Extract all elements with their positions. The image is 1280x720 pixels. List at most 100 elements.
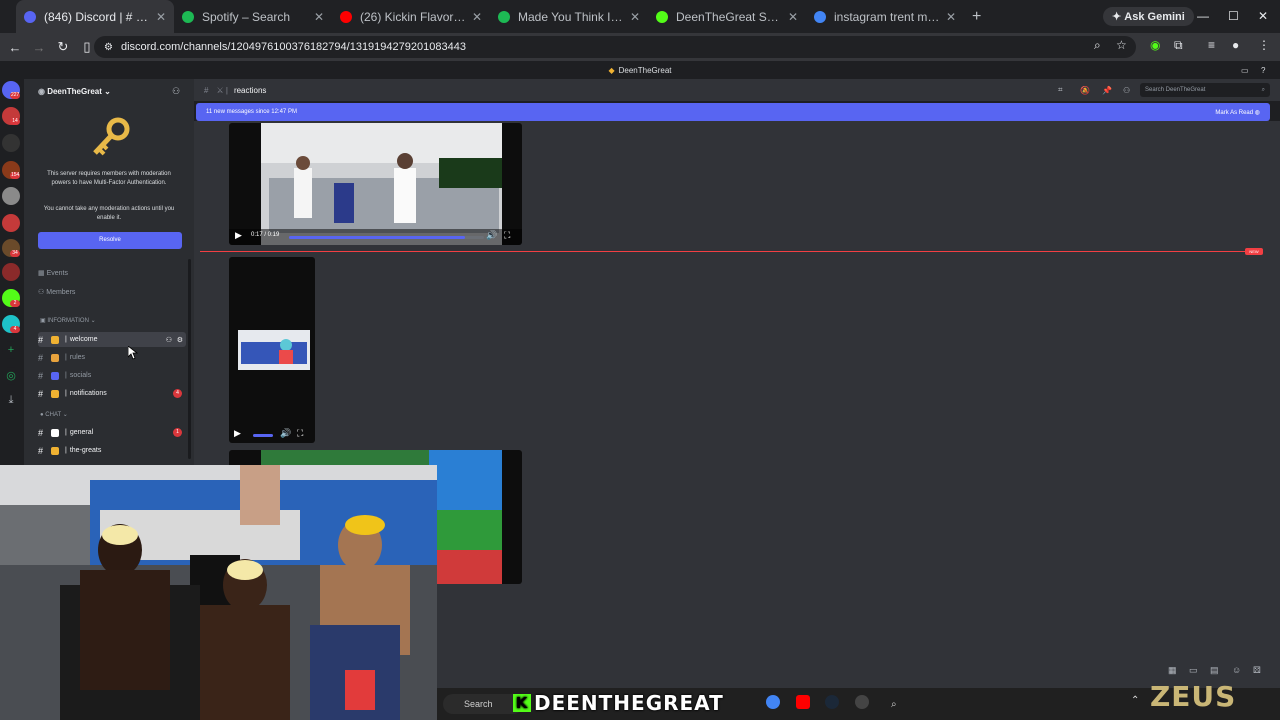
tab-close-icon[interactable]: ✕ — [472, 10, 482, 24]
category-chat[interactable]: ● CHAT ⌄ — [40, 411, 68, 418]
fullscreen-icon[interactable]: ⛶ — [504, 230, 510, 241]
discord-home-icon[interactable]: 227 — [2, 81, 21, 99]
maximize-icon[interactable]: ☐ — [1228, 9, 1239, 23]
webcam-scene — [0, 465, 437, 720]
profile-icon[interactable]: ● — [1232, 38, 1239, 52]
volume-icon[interactable]: 🔊 — [280, 428, 291, 439]
pin-icon[interactable]: 📌 — [1102, 86, 1112, 95]
new-tab-button[interactable]: + — [972, 8, 981, 26]
sidebar-item-events[interactable]: ▦ Events — [38, 269, 68, 277]
tab-close-icon[interactable]: ✕ — [946, 10, 956, 24]
channel-settings-icon[interactable]: ⚙ — [177, 336, 183, 344]
tab-close-icon[interactable]: ✕ — [314, 10, 324, 24]
browser-tab[interactable]: Made You Think I Was Gone ... ✕ — [490, 0, 648, 33]
close-window-icon[interactable]: ✕ — [1258, 9, 1268, 23]
app-icon-5[interactable]: ⚄ — [1253, 665, 1261, 676]
channel-the-greats[interactable]: # | the-greats — [38, 443, 186, 458]
mark-as-read-button[interactable]: Mark As Read ◍ — [1215, 109, 1260, 116]
site-info-icon[interactable]: ⚙ — [104, 42, 113, 53]
channel-rules[interactable]: # | rules — [38, 350, 186, 365]
server-name-header[interactable]: ◉ DeenTheGreat ⌄ — [38, 87, 111, 96]
tray-chevron-icon[interactable]: ⌃ — [1131, 695, 1145, 709]
invite-icon[interactable]: ⚇ — [172, 86, 180, 97]
server-icon[interactable]: 14 — [2, 107, 20, 125]
server-icon[interactable] — [2, 187, 20, 205]
emoji-icon[interactable]: ☺ — [1232, 665, 1241, 675]
browser-tab[interactable]: DeenTheGreat Stream - Watch ✕ — [648, 0, 806, 33]
threads-icon[interactable]: ⌗ — [1058, 85, 1063, 95]
server-icon[interactable]: 4 — [2, 315, 20, 333]
scrollbar[interactable] — [188, 259, 191, 459]
youtube-taskbar-icon[interactable] — [796, 695, 810, 709]
notifications-bell-icon[interactable]: 🔕 — [1080, 86, 1090, 95]
server-icon[interactable] — [2, 263, 20, 281]
member-list-icon[interactable]: ⚇ — [1123, 86, 1130, 95]
tab-close-icon[interactable]: ✕ — [630, 10, 640, 24]
sidebar-item-members[interactable]: ⚇ Members — [38, 288, 75, 296]
app-icon-3[interactable]: ▤ — [1210, 665, 1219, 676]
new-messages-banner[interactable]: 11 new messages since 12:47 PM Mark As R… — [196, 103, 1270, 121]
download-icon[interactable]: ⤓ — [2, 391, 20, 409]
server-icon[interactable]: 34 — [2, 239, 20, 257]
bookmark-star-icon[interactable]: ☆ — [1116, 38, 1127, 52]
app-icon-1[interactable]: ▦ — [1168, 665, 1177, 676]
reading-list-icon[interactable]: ≡ — [1208, 38, 1215, 52]
tab-title: (26) Kickin Flavor - Crash Out B — [360, 9, 466, 24]
hash-icon: # — [38, 388, 44, 399]
channel-header: # ⚔ | reactions ⌗ 🔕 📌 ⚇ Search DeenTheGr… — [194, 79, 1280, 101]
channel-general[interactable]: # | general 1 — [38, 425, 186, 440]
url-bar[interactable]: ⚙ discord.com/channels/12049761003761827… — [94, 36, 1136, 58]
search-input[interactable]: Search DeenTheGreat ⌕ — [1140, 83, 1270, 97]
video-progress-bar[interactable] — [289, 236, 484, 239]
resolve-button[interactable]: Resolve — [38, 232, 182, 249]
tab-close-icon[interactable]: ✕ — [788, 10, 798, 24]
reload-icon[interactable]: ↻ — [54, 39, 72, 55]
fullscreen-icon[interactable]: ⛶ — [297, 428, 303, 439]
forward-icon[interactable]: → — [30, 40, 48, 55]
steam-taskbar-icon[interactable] — [825, 695, 839, 709]
inbox-icon[interactable]: ▭ — [1241, 66, 1249, 75]
channel-notifications[interactable]: # | notifications 4 — [38, 386, 186, 401]
tab-title: DeenTheGreat Stream - Watch — [676, 9, 782, 24]
channel-socials[interactable]: # | socials — [38, 368, 186, 383]
add-server-icon[interactable]: + — [2, 341, 20, 359]
play-icon[interactable]: ▶ — [235, 230, 242, 241]
help-icon[interactable]: ? — [1261, 66, 1265, 75]
extensions-puzzle-icon[interactable]: ⧉ — [1174, 38, 1183, 53]
browser-tab[interactable]: (26) Kickin Flavor - Crash Out B ✕ — [332, 0, 490, 33]
volume-icon[interactable]: 🔊 — [486, 230, 497, 241]
server-icon[interactable] — [2, 214, 20, 232]
channel-emoji-icon — [51, 353, 60, 362]
channel-label: welcome — [69, 336, 98, 343]
minimize-icon[interactable]: — — [1197, 9, 1209, 23]
category-information[interactable]: ▣ INFORMATION ⌄ — [40, 317, 96, 324]
add-member-icon[interactable]: ⚇ — [166, 336, 172, 344]
discover-icon[interactable]: ◎ — [2, 367, 20, 385]
chrome-taskbar-icon[interactable] — [766, 695, 780, 709]
tab-title: instagram trent mason - Googl — [834, 9, 940, 24]
members-icon: ⚇ — [38, 289, 47, 296]
server-status-dot: ◉ — [38, 87, 48, 96]
mouse-cursor — [128, 346, 138, 360]
obs-taskbar-icon[interactable] — [855, 695, 869, 709]
server-icon[interactable]: 2 — [2, 289, 20, 307]
zoom-icon[interactable]: ⌕ — [1094, 38, 1101, 53]
browser-menu-icon[interactable]: ⋮ — [1258, 38, 1270, 52]
taskbar-search[interactable]: ⌕ Search — [443, 694, 897, 714]
play-icon[interactable]: ▶ — [234, 428, 241, 439]
browser-tab[interactable]: Spotify – Search ✕ — [174, 0, 332, 33]
tab-close-icon[interactable]: ✕ — [156, 10, 166, 24]
back-icon[interactable]: ← — [6, 40, 24, 55]
volume-slider[interactable] — [253, 434, 273, 437]
channel-welcome[interactable]: # | welcome ⚇ ⚙ — [38, 332, 186, 347]
video-attachment-2[interactable]: ▶ 🔊 ⛶ — [229, 257, 315, 443]
browser-tab[interactable]: (846) Discord | # ⚔ | reactions ✕ — [16, 0, 174, 33]
ask-gemini-button[interactable]: ✦ Ask Gemini — [1103, 7, 1194, 26]
video-attachment-1[interactable]: ▶ 0:17 / 0:19 🔊 ⛶ — [229, 123, 522, 245]
browser-tab[interactable]: instagram trent mason - Googl ✕ — [806, 0, 964, 33]
extension-icon[interactable]: ◉ — [1150, 38, 1160, 52]
hash-icon: # — [204, 85, 209, 95]
server-icon[interactable] — [2, 134, 20, 152]
server-icon[interactable]: 154 — [2, 161, 21, 179]
app-icon-2[interactable]: ▭ — [1189, 665, 1198, 676]
